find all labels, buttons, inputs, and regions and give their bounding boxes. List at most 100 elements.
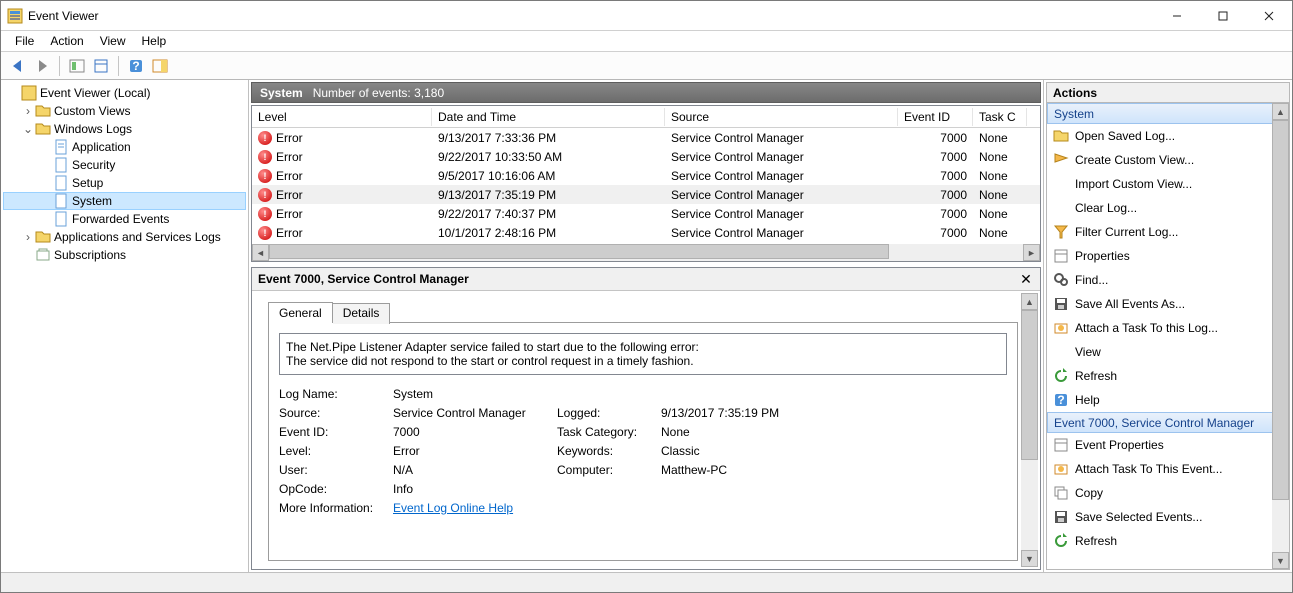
detail-title: Event 7000, Service Control Manager — [258, 272, 469, 286]
nav-tree[interactable]: Event Viewer (Local) ›Custom Views ⌄Wind… — [1, 80, 249, 572]
lbl-eventid: Event ID: — [279, 425, 389, 439]
action-icon — [1053, 248, 1069, 264]
lbl-logname: Log Name: — [279, 387, 389, 401]
event-row[interactable]: !Error9/13/2017 7:35:19 PMService Contro… — [252, 185, 1040, 204]
expand-icon[interactable]: › — [21, 104, 35, 118]
expand-icon[interactable]: › — [21, 230, 35, 244]
col-source[interactable]: Source — [665, 108, 898, 126]
action-item[interactable]: Save Selected Events... — [1047, 505, 1289, 529]
col-date[interactable]: Date and Time — [432, 108, 665, 126]
action-item[interactable]: Filter Current Log... — [1047, 220, 1289, 244]
action-item[interactable]: Import Custom View... — [1047, 172, 1289, 196]
action-icon — [1053, 224, 1069, 240]
menu-help[interactable]: Help — [134, 32, 175, 50]
collapse-icon[interactable]: ⌄ — [21, 122, 35, 136]
scroll-down-icon[interactable]: ▼ — [1021, 550, 1038, 567]
event-row[interactable]: !Error9/22/2017 7:40:37 PMService Contro… — [252, 204, 1040, 223]
actions-section[interactable]: Event 7000, Service Control Manager▲ — [1047, 412, 1289, 433]
help-button[interactable]: ? — [125, 55, 147, 77]
actions-section[interactable]: System▲ — [1047, 103, 1289, 124]
lbl-logged: Logged: — [557, 406, 657, 420]
tab-general[interactable]: General — [268, 302, 333, 323]
val-keywords: Classic — [661, 444, 1007, 458]
action-item[interactable]: Properties — [1047, 244, 1289, 268]
tree-custom-views[interactable]: ›Custom Views — [3, 102, 246, 120]
action-item[interactable]: Copy▶ — [1047, 481, 1289, 505]
action-item[interactable]: Event Properties — [1047, 433, 1289, 457]
action-item[interactable]: Clear Log... — [1047, 196, 1289, 220]
tree-app-services[interactable]: ›Applications and Services Logs — [3, 228, 246, 246]
scroll-up-icon[interactable]: ▲ — [1021, 293, 1038, 310]
action-icon — [1053, 485, 1069, 501]
event-row[interactable]: !Error9/13/2017 7:33:36 PMService Contro… — [252, 128, 1040, 147]
tree-forwarded[interactable]: Forwarded Events — [3, 210, 246, 228]
actions-vscrollbar[interactable]: ▲ ▼ — [1272, 103, 1289, 569]
action-item[interactable]: Refresh — [1047, 364, 1289, 388]
action-icon — [1053, 128, 1069, 144]
back-button[interactable] — [7, 55, 29, 77]
menu-file[interactable]: File — [7, 32, 42, 50]
tab-details[interactable]: Details — [333, 303, 391, 324]
action-item[interactable]: ?Help▶ — [1047, 388, 1289, 412]
tree-application[interactable]: Application — [3, 138, 246, 156]
tree-system[interactable]: System — [3, 192, 246, 210]
val-user: N/A — [393, 463, 553, 477]
close-button[interactable] — [1246, 1, 1292, 31]
action-item[interactable]: Save All Events As... — [1047, 292, 1289, 316]
panel-button[interactable] — [149, 55, 171, 77]
lbl-opcode: OpCode: — [279, 482, 389, 496]
minimize-button[interactable] — [1154, 1, 1200, 31]
action-icon — [1053, 368, 1069, 384]
tree-security[interactable]: Security — [3, 156, 246, 174]
scroll-thumb[interactable] — [1021, 310, 1038, 460]
val-source: Service Control Manager — [393, 406, 553, 420]
event-grid[interactable]: Level Date and Time Source Event ID Task… — [251, 105, 1041, 262]
menu-action[interactable]: Action — [42, 32, 91, 50]
action-item[interactable]: View▶ — [1047, 340, 1289, 364]
scroll-up-icon[interactable]: ▲ — [1272, 103, 1289, 120]
menu-view[interactable]: View — [92, 32, 134, 50]
event-row[interactable]: !Error9/5/2017 10:16:06 AMService Contro… — [252, 166, 1040, 185]
event-row[interactable]: !Error9/22/2017 10:33:50 AMService Contr… — [252, 147, 1040, 166]
action-icon: ? — [1053, 392, 1069, 408]
tree-subscriptions[interactable]: Subscriptions — [3, 246, 246, 264]
val-opcode: Info — [393, 482, 553, 496]
forward-button[interactable] — [31, 55, 53, 77]
action-icon — [1053, 296, 1069, 312]
action-icon — [1053, 461, 1069, 477]
val-computer: Matthew-PC — [661, 463, 1007, 477]
scroll-thumb[interactable] — [1272, 120, 1289, 500]
scroll-down-icon[interactable]: ▼ — [1272, 552, 1289, 569]
col-eid[interactable]: Event ID — [898, 108, 973, 126]
action-item[interactable]: Create Custom View... — [1047, 148, 1289, 172]
scroll-thumb[interactable] — [269, 244, 889, 259]
detail-close-button[interactable]: ✕ — [1018, 271, 1034, 288]
action-item[interactable]: Find... — [1047, 268, 1289, 292]
action-item[interactable]: Open Saved Log... — [1047, 124, 1289, 148]
action-item[interactable]: Refresh — [1047, 529, 1289, 553]
properties-button[interactable] — [90, 55, 112, 77]
detail-vscrollbar[interactable]: ▲ ▼ — [1021, 293, 1038, 567]
tree-windows-logs[interactable]: ⌄Windows Logs — [3, 120, 246, 138]
scroll-left-icon[interactable]: ◄ — [252, 244, 269, 261]
col-task[interactable]: Task C — [973, 108, 1027, 126]
lbl-level: Level: — [279, 444, 389, 458]
action-icon — [1053, 437, 1069, 453]
tree-setup[interactable]: Setup — [3, 174, 246, 192]
scroll-right-icon[interactable]: ► — [1023, 244, 1040, 261]
more-info-link[interactable]: Event Log Online Help — [393, 501, 513, 515]
error-icon: ! — [258, 169, 272, 183]
app-icon — [7, 8, 23, 24]
tree-root[interactable]: Event Viewer (Local) — [3, 84, 246, 102]
toolbar: ? — [1, 52, 1292, 80]
action-item[interactable]: Attach a Task To this Log... — [1047, 316, 1289, 340]
col-level[interactable]: Level — [252, 108, 432, 126]
column-headers[interactable]: Level Date and Time Source Event ID Task… — [252, 106, 1040, 128]
event-row[interactable]: !Error10/1/2017 2:48:16 PMService Contro… — [252, 223, 1040, 242]
error-icon: ! — [258, 226, 272, 240]
grid-hscrollbar[interactable]: ◄ ► — [252, 244, 1040, 261]
action-item[interactable]: Attach Task To This Event... — [1047, 457, 1289, 481]
maximize-button[interactable] — [1200, 1, 1246, 31]
action-icon — [1053, 320, 1069, 336]
show-tree-button[interactable] — [66, 55, 88, 77]
